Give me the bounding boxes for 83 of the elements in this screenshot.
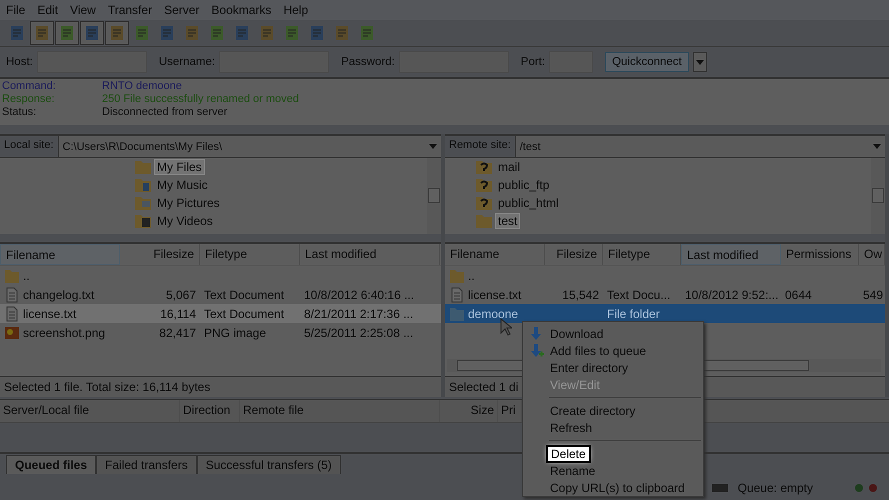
- column-header[interactable]: Filetype: [200, 244, 300, 265]
- tree-item[interactable]: test: [496, 214, 520, 228]
- field-label: Username:: [158, 56, 216, 68]
- file-row[interactable]: changelog.txt 5,067 Text Document 10/8/2012 6:40:16 ...: [0, 285, 441, 304]
- tab[interactable]: Queued files: [6, 455, 96, 474]
- column-header[interactable]: Direction: [180, 400, 240, 422]
- menu-item[interactable]: Delete: [548, 446, 589, 460]
- table-cell: ..: [23, 268, 30, 282]
- path-dropdown[interactable]: C:\Users\R\Documents\My Files\: [58, 136, 441, 157]
- table-cell: Text Docu...: [607, 288, 670, 302]
- table-cell: 10/8/2012 9:52:...: [685, 288, 778, 302]
- column-header[interactable]: Size: [440, 400, 498, 422]
- log-label: Status:: [2, 106, 38, 119]
- file-row[interactable]: ..: [445, 266, 885, 285]
- table-cell: 15,542: [562, 288, 599, 302]
- table-cell: 82,417: [159, 326, 196, 340]
- log-message: RNTO demoone: [102, 80, 182, 93]
- tree-item[interactable]: My Pictures: [155, 196, 222, 210]
- table-cell: PNG image: [204, 326, 266, 340]
- table-cell: demoone: [468, 306, 518, 320]
- menu-item[interactable]: Help: [277, 3, 314, 17]
- table-cell: 0644: [785, 288, 812, 302]
- column-header[interactable]: Ow: [859, 244, 885, 265]
- menu-item[interactable]: Enter directory: [547, 360, 632, 374]
- tree-item[interactable]: public_ftp: [496, 178, 552, 192]
- column-header[interactable]: Filename: [445, 244, 545, 265]
- path-dropdown[interactable]: /test: [516, 136, 885, 157]
- table-cell: 8/21/2011 2:17:36 ...: [304, 306, 414, 320]
- table-cell: license.txt: [23, 306, 76, 320]
- tree-item[interactable]: My Videos: [155, 214, 215, 228]
- table-cell: license.txt: [468, 288, 522, 302]
- file-row[interactable]: license.txt 15,542 Text Docu... 10/8/2012 9:52:... 0644 549: [445, 285, 885, 304]
- menu-item[interactable]: Download: [547, 326, 606, 340]
- column-header[interactable]: Remote file: [240, 400, 440, 422]
- table-cell: 5/25/2011 2:25:08 ...: [304, 326, 414, 340]
- field-label: Port:: [520, 56, 546, 68]
- table-cell: Text Document: [204, 306, 284, 320]
- menu-item[interactable]: Edit: [31, 3, 64, 17]
- table-cell: changelog.txt: [23, 288, 94, 302]
- table-cell: Text Document: [204, 288, 284, 302]
- menu-item[interactable]: Rename: [547, 464, 598, 478]
- column-header[interactable]: Filesize: [120, 244, 200, 265]
- file-row[interactable]: demoone File folder: [445, 304, 885, 323]
- status-text: Selected 1 file. Total size: 16,114 bytes: [0, 376, 441, 397]
- table-cell: ..: [468, 268, 475, 282]
- tree-item[interactable]: My Music: [155, 178, 210, 192]
- menu-item[interactable]: Copy URL(s) to clipboard: [547, 480, 688, 494]
- column-header[interactable]: Filesize: [545, 244, 603, 265]
- table-cell: 5,067: [166, 288, 196, 302]
- log-message: 250 File successfully renamed or moved: [102, 93, 299, 106]
- field-label: Host:: [6, 56, 33, 68]
- quickconnect-button[interactable]: Quickconnect: [605, 52, 689, 72]
- menu-item[interactable]: Server: [158, 3, 206, 17]
- menu-item[interactable]: Add files to queue: [547, 344, 650, 358]
- table-cell: 10/8/2012 6:40:16 ...: [304, 288, 414, 302]
- column-header[interactable]: Last modified: [681, 244, 781, 265]
- menu-item[interactable]: Bookmarks: [205, 3, 278, 17]
- tab[interactable]: Failed transfers: [96, 455, 197, 474]
- tree-item[interactable]: public_html: [496, 196, 561, 210]
- log-label: Response:: [2, 93, 56, 106]
- menu-item[interactable]: Transfer: [102, 3, 158, 17]
- menu-item[interactable]: Create directory: [547, 404, 638, 418]
- file-row[interactable]: screenshot.png 82,417 PNG image 5/25/2011 2:25:08 ...: [0, 323, 441, 342]
- field-label: Password:: [341, 56, 395, 68]
- queue-status: Queue: empty: [738, 480, 813, 494]
- file-row[interactable]: license.txt 16,114 Text Document 8/21/2011 2:17:36 ...: [0, 304, 441, 323]
- table-cell: File folder: [607, 306, 660, 320]
- tree-item[interactable]: My Files: [155, 160, 204, 174]
- column-header[interactable]: Last modified: [300, 244, 440, 265]
- column-header[interactable]: Server/Local file: [0, 400, 180, 422]
- table-cell: 16,114: [160, 306, 196, 320]
- menu-item[interactable]: View: [64, 3, 102, 17]
- log-label: Command:: [2, 80, 57, 93]
- log-message: Disconnected from server: [102, 106, 228, 119]
- table-cell: screenshot.png: [23, 326, 106, 340]
- column-header[interactable]: Permissions: [781, 244, 859, 265]
- tree-item[interactable]: mail: [496, 160, 522, 174]
- menu-item[interactable]: Refresh: [547, 420, 596, 434]
- table-cell: 549: [863, 288, 884, 302]
- menu-item[interactable]: File: [0, 3, 32, 17]
- tab[interactable]: Successful transfers (5): [196, 455, 341, 474]
- file-row[interactable]: ..: [0, 266, 441, 285]
- column-header[interactable]: Filename: [0, 244, 120, 265]
